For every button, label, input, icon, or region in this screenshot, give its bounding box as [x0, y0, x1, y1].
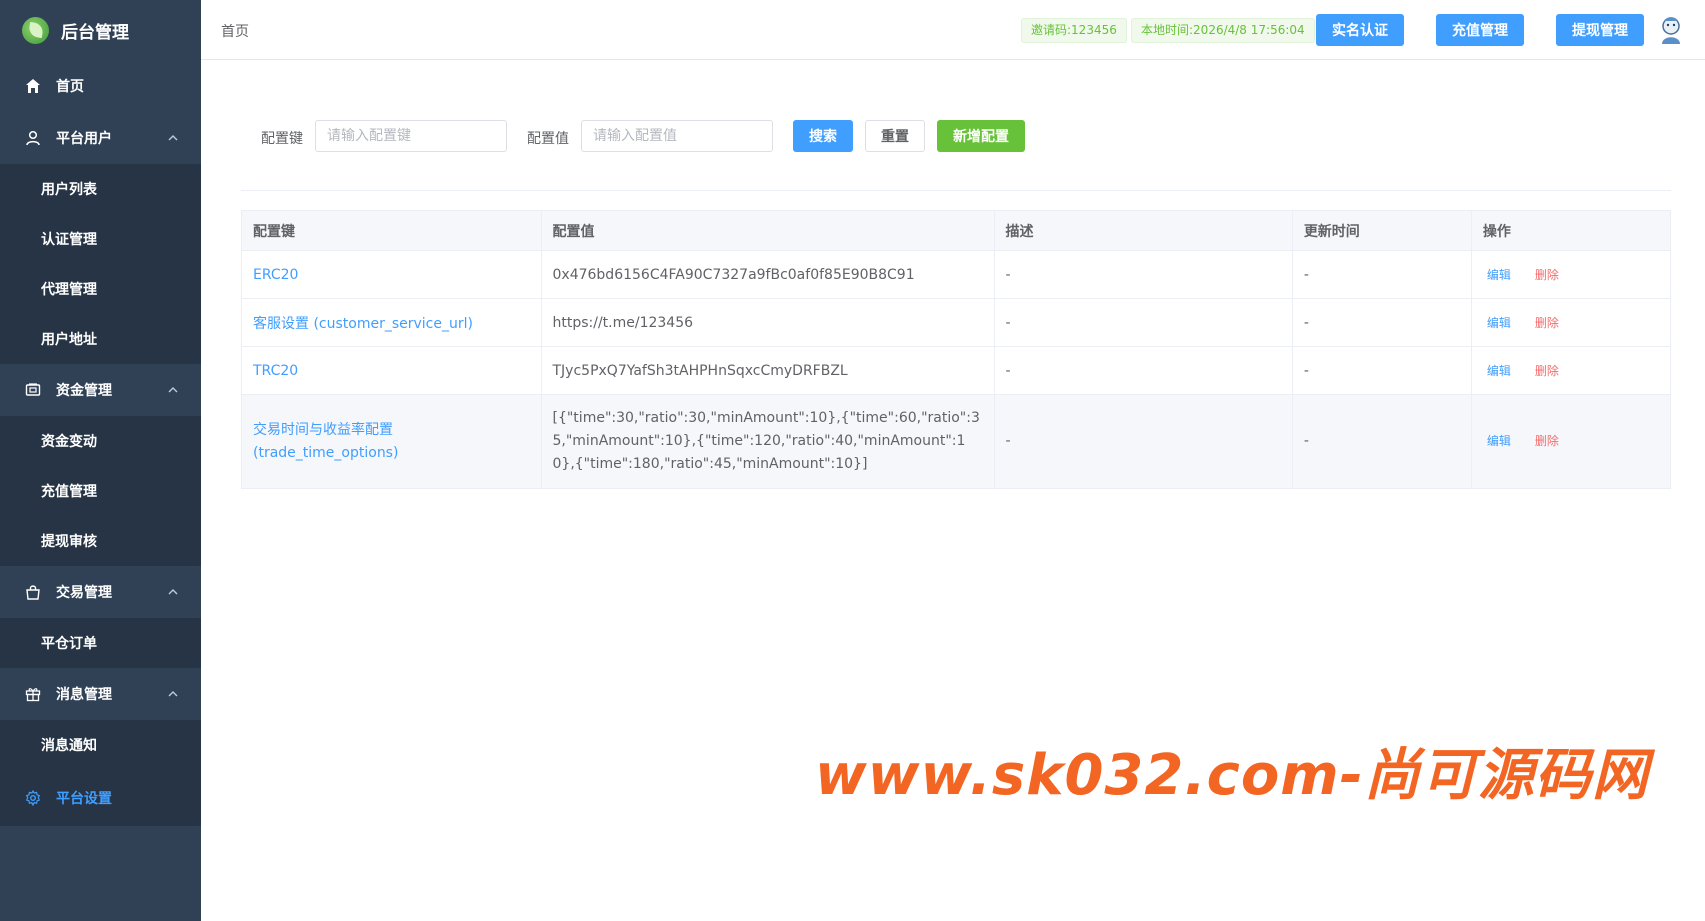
avatar[interactable] — [1657, 15, 1685, 45]
config-key-link[interactable]: ERC20 — [253, 267, 298, 283]
chevron-up-icon — [168, 691, 178, 697]
withdraw-button[interactable]: 提现管理 — [1556, 14, 1644, 46]
sidebar-group-funds[interactable]: 资金管理 — [0, 364, 201, 416]
sidebar-item-closed-orders[interactable]: 平仓订单 — [0, 618, 201, 668]
search-form: 配置键 配置值 搜索 重置 新增配置 — [241, 120, 1671, 152]
config-key-input[interactable] — [315, 120, 507, 152]
updated-time-cell: - — [1292, 346, 1472, 395]
sidebar-group-users[interactable]: 平台用户 — [0, 112, 201, 164]
table-row: ERC20 0x476bd6156C4FA90C7327a9fBc0af0f85… — [241, 250, 1672, 299]
config-key-link[interactable]: 交易时间与收益率配置(trade_time_options) — [253, 419, 453, 465]
updated-time-cell: - — [1292, 298, 1472, 347]
edit-button[interactable]: 编辑 — [1487, 364, 1511, 378]
delete-button[interactable]: 删除 — [1535, 364, 1559, 378]
description-cell: - — [994, 346, 1293, 395]
home-icon — [24, 77, 42, 95]
sidebar-group-messages[interactable]: 消息管理 — [0, 668, 201, 720]
edit-button[interactable]: 编辑 — [1487, 316, 1511, 330]
sidebar-item-agents[interactable]: 代理管理 — [0, 264, 201, 314]
sidebar-item-label: 消息管理 — [56, 687, 112, 703]
sidebar-item-label: 平台设置 — [56, 791, 112, 807]
config-key-link[interactable]: TRC20 — [253, 363, 298, 379]
sidebar-item-home[interactable]: 首页 — [0, 60, 201, 112]
sidebar-item-label: 平台用户 — [56, 131, 112, 147]
sidebar-item-notifications[interactable]: 消息通知 — [0, 720, 201, 770]
sidebar-item-user-address[interactable]: 用户地址 — [0, 314, 201, 364]
sidebar-item-user-list[interactable]: 用户列表 — [0, 164, 201, 214]
table-header-row: 配置键 配置值 描述 更新时间 操作 — [241, 210, 1672, 251]
sidebar-item-fund-changes[interactable]: 资金变动 — [0, 416, 201, 466]
divider — [241, 190, 1671, 191]
description-cell: - — [994, 394, 1293, 489]
gear-icon — [24, 789, 42, 807]
delete-button[interactable]: 删除 — [1535, 268, 1559, 282]
wallet-icon — [24, 381, 42, 399]
description-cell: - — [994, 250, 1293, 299]
local-time-tag: 本地时间:2026/4/8 17:56:04 — [1131, 18, 1315, 43]
config-value-cell: [{"time":30,"ratio":30,"minAmount":10},{… — [552, 410, 980, 472]
sidebar-item-verification[interactable]: 认证管理 — [0, 214, 201, 264]
chevron-up-icon — [168, 387, 178, 393]
sidebar-group-trade[interactable]: 交易管理 — [0, 566, 201, 618]
column-header: 描述 — [994, 210, 1293, 251]
verification-button[interactable]: 实名认证 — [1316, 14, 1404, 46]
chevron-up-icon — [168, 135, 178, 141]
logo: 后台管理 — [0, 0, 201, 60]
column-header: 配置键 — [241, 210, 542, 251]
sidebar-item-label: 资金管理 — [56, 383, 112, 399]
sidebar-item-label: 交易管理 — [56, 585, 112, 601]
leaf-logo-icon — [22, 16, 49, 44]
config-key-label: 配置键 — [261, 131, 303, 147]
edit-button[interactable]: 编辑 — [1487, 434, 1511, 448]
watermark-text: www.sk032.com-尚可源码网 — [815, 743, 1649, 808]
config-value-cell: https://t.me/123456 — [541, 298, 995, 347]
table-row: TRC20 TJyc5PxQ7YafSh3tAHPHnSqxcCmyDRFBZL… — [241, 346, 1672, 395]
sidebar-item-withdraw-review[interactable]: 提现审核 — [0, 516, 201, 566]
column-header: 配置值 — [541, 210, 995, 251]
config-value-cell: 0x476bd6156C4FA90C7327a9fBc0af0f85E90B8C… — [541, 250, 995, 299]
bag-lock-icon — [24, 583, 42, 601]
invite-code-tag: 邀请码:123456 — [1021, 18, 1127, 43]
reset-button[interactable]: 重置 — [865, 120, 925, 152]
sidebar-item-label: 首页 — [56, 79, 84, 95]
sidebar-item-recharge[interactable]: 充值管理 — [0, 466, 201, 516]
config-value-label: 配置值 — [527, 131, 569, 147]
breadcrumb[interactable]: 首页 — [221, 21, 249, 41]
sidebar: 后台管理 首页 平台用户 用户列表 认证管理 代理管理 用户地址 资金管理 资金… — [0, 0, 201, 921]
edit-button[interactable]: 编辑 — [1487, 268, 1511, 282]
config-value-cell: TJyc5PxQ7YafSh3tAHPHnSqxcCmyDRFBZL — [541, 346, 995, 395]
delete-button[interactable]: 删除 — [1535, 434, 1559, 448]
table-row: 交易时间与收益率配置(trade_time_options) [{"time":… — [241, 394, 1672, 489]
top-header: 首页 邀请码:123456 本地时间:2026/4/8 17:56:04 实名认… — [201, 0, 1705, 60]
app-title: 后台管理 — [61, 22, 129, 43]
config-table: 配置键 配置值 描述 更新时间 操作 ERC20 0x476bd6156C4FA… — [241, 210, 1672, 489]
add-config-button[interactable]: 新增配置 — [937, 120, 1025, 152]
description-cell: - — [994, 298, 1293, 347]
updated-time-cell: - — [1292, 250, 1472, 299]
column-header: 操作 — [1471, 210, 1672, 251]
delete-button[interactable]: 删除 — [1535, 316, 1559, 330]
config-value-input[interactable] — [581, 120, 773, 152]
updated-time-cell: - — [1292, 394, 1472, 489]
recharge-button[interactable]: 充值管理 — [1436, 14, 1524, 46]
search-button[interactable]: 搜索 — [793, 120, 853, 152]
column-header: 更新时间 — [1292, 210, 1472, 251]
chevron-up-icon — [168, 589, 178, 595]
table-row: 客服设置 (customer_service_url) https://t.me… — [241, 298, 1672, 347]
sidebar-item-platform-settings[interactable]: 平台设置 — [0, 770, 201, 826]
gift-icon — [24, 685, 42, 703]
config-key-link[interactable]: 客服设置 (customer_service_url) — [253, 316, 473, 332]
user-icon — [24, 129, 42, 147]
